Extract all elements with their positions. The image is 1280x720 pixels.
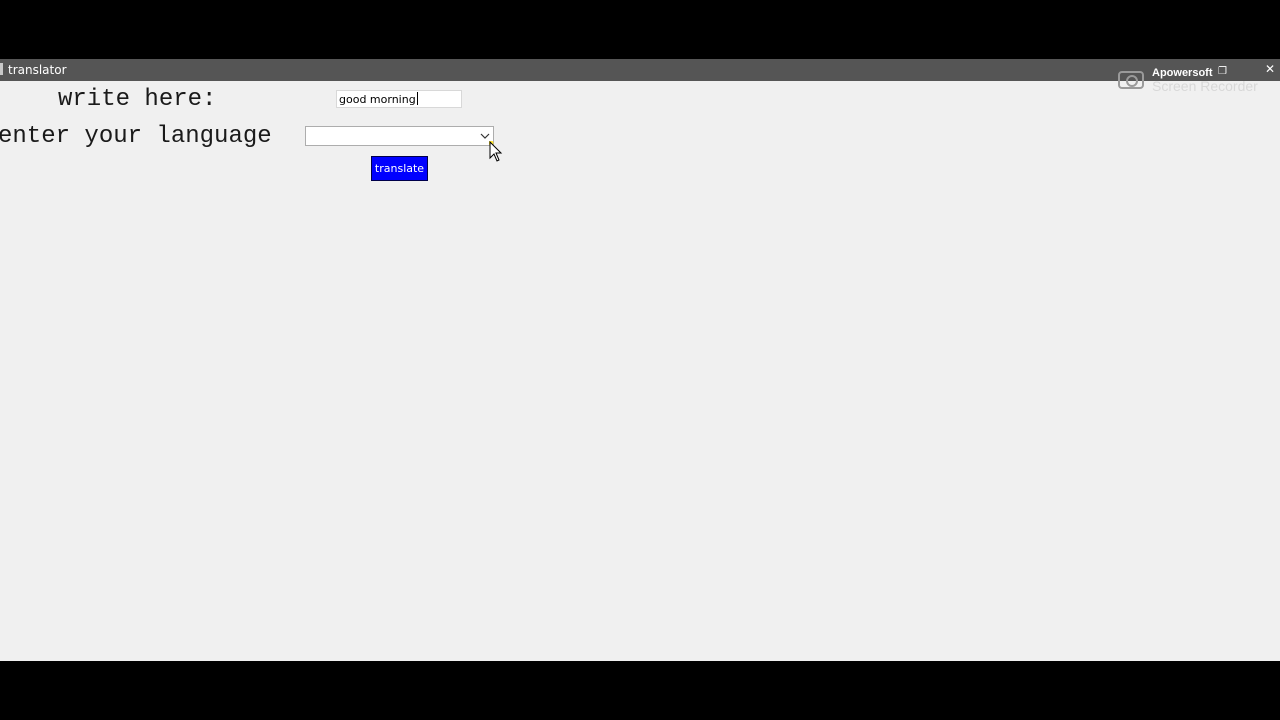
- text-input[interactable]: [336, 90, 462, 108]
- language-label: enter your language: [0, 123, 272, 150]
- letterbox-top: [0, 0, 1280, 59]
- watermark-product: Screen Recorder: [1152, 78, 1258, 94]
- write-here-label: write here:: [58, 86, 217, 113]
- camera-icon: [1118, 71, 1144, 89]
- restore-icon: ❐: [1218, 66, 1227, 77]
- text-caret: [417, 92, 418, 105]
- app-icon: [0, 63, 3, 75]
- window-title: translator: [8, 63, 67, 77]
- window-titlebar: translator ✕: [0, 59, 1280, 81]
- recorder-watermark: Apowersoft ❐ Screen Recorder: [1118, 67, 1278, 97]
- app-window: translator ✕ Apowersoft ❐ Screen Recorde…: [0, 59, 1280, 661]
- mouse-pointer-icon: [489, 141, 503, 162]
- language-select[interactable]: [305, 126, 494, 146]
- translate-button[interactable]: translate: [371, 156, 428, 181]
- letterbox-bottom: [0, 661, 1280, 720]
